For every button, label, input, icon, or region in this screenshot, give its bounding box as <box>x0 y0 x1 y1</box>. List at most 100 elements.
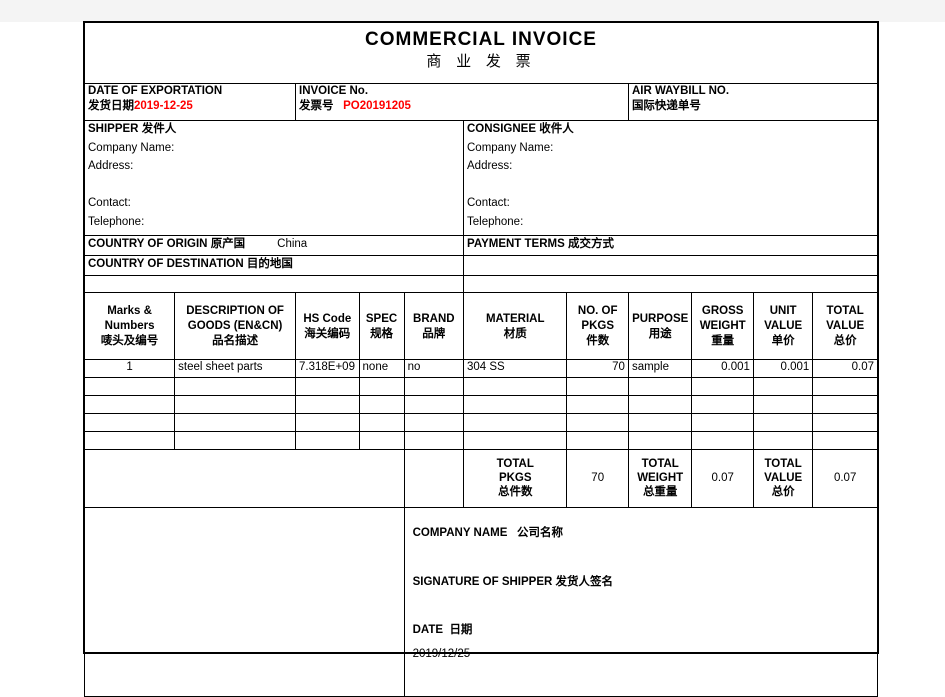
col-header-hs-code: HS Code 海关编码 <box>295 291 360 360</box>
col-pkgs-en2: PKGS <box>581 319 614 332</box>
col-desc-en2: GOODS (EN&CN) <box>187 319 283 332</box>
table-row[interactable] <box>83 394 878 414</box>
destination-blank-cell[interactable] <box>463 255 878 277</box>
signature-of-shipper-line: SIGNATURE OF SHIPPER 发货人签名 <box>413 573 877 590</box>
col-tv-en2: VALUE <box>826 319 865 332</box>
cell-material <box>462 376 568 396</box>
invoice-no-cell[interactable]: INVOICE No. 发票号 PO20191205 <box>295 83 629 121</box>
cell-description <box>174 412 297 432</box>
cell-material: 304 SS <box>462 358 568 378</box>
col-brand-cn: 品牌 <box>422 325 446 340</box>
total-value-en1: TOTAL <box>764 458 802 471</box>
cell-brand <box>403 394 465 414</box>
col-hs-en1: HS Code <box>303 312 352 325</box>
date-of-exportation-label-cn: 发货日期 <box>88 97 134 112</box>
col-desc-cn: 品名描述 <box>212 333 259 348</box>
col-brand-en1: BRAND <box>413 312 455 325</box>
cell-no-of-pkgs <box>566 430 629 450</box>
origin-payment-row: COUNTRY OF ORIGIN 原产国 China PAYMENT TERM… <box>84 235 878 257</box>
table-row[interactable] <box>83 376 878 396</box>
date-of-exportation-value: 2019-12-25 <box>134 99 193 112</box>
shipper-telephone-label: Telephone: <box>88 215 145 228</box>
total-weight-en1: TOTAL <box>641 458 679 471</box>
cell-marks: 1 <box>83 358 176 378</box>
col-desc-en1: DESCRIPTION OF <box>186 305 284 318</box>
country-of-destination-label-cn: 目的地国 <box>246 256 293 271</box>
cell-gross-weight: 0.001 <box>691 358 754 378</box>
cell-marks <box>83 430 176 450</box>
cell-no-of-pkgs: 70 <box>566 358 629 378</box>
cell-purpose <box>627 376 693 396</box>
cell-hs-code: 7.318E+09 <box>295 358 360 378</box>
total-value-cn: 总价 <box>771 484 795 499</box>
cell-material <box>462 394 568 414</box>
col-tv-cn: 总价 <box>833 333 857 348</box>
consignee-address-label: Address: <box>467 160 513 173</box>
country-of-origin-label-cn: 原产国 <box>210 236 246 251</box>
country-of-destination-cell[interactable]: COUNTRY OF DESTINATION 目的地国 <box>84 255 464 277</box>
col-marks-en2: Numbers <box>104 319 155 332</box>
col-uv-cn: 单价 <box>771 333 795 348</box>
title-row: COMMERCIAL INVOICE 商 业 发 票 <box>84 22 878 84</box>
payment-terms-cell[interactable]: PAYMENT TERMS 成交方式 <box>463 235 878 257</box>
signature-block[interactable]: COMPANY NAME 公司名称 SIGNATURE OF SHIPPER 发… <box>403 506 879 697</box>
cell-unit-value <box>752 412 814 432</box>
cell-hs-code <box>295 394 360 414</box>
cell-brand <box>403 430 465 450</box>
air-waybill-label-en: AIR WAYBILL NO. <box>631 85 730 97</box>
table-row[interactable] <box>83 430 878 450</box>
date-of-exportation-cell[interactable]: DATE OF EXPORTATION 发货日期2019-12-25 <box>83 83 297 121</box>
cell-hs-code <box>295 376 360 396</box>
shipper-heading-en: SHIPPER <box>88 123 139 135</box>
cell-brand <box>403 412 465 432</box>
cell-total-value <box>812 430 878 450</box>
shipper-consignee-row: SHIPPER 发件人 Company Name: Address: Conta… <box>84 119 878 237</box>
col-header-marks-numbers: Marks & Numbers 唛头及编号 <box>83 291 176 360</box>
cell-spec <box>358 430 405 450</box>
consignee-block[interactable]: CONSIGNEE 收件人 Company Name: Address: Con… <box>463 119 878 237</box>
cell-purpose: sample <box>627 358 693 378</box>
cell-purpose <box>627 394 693 414</box>
cell-spec <box>358 376 405 396</box>
consignee-heading-en: CONSIGNEE <box>467 123 537 135</box>
col-uv-en1: UNIT <box>769 305 797 318</box>
invoice-no-value: PO20191205 <box>343 99 411 112</box>
col-material-en1: MATERIAL <box>485 312 545 325</box>
country-of-origin-cell[interactable]: COUNTRY OF ORIGIN 原产国 China <box>84 235 464 257</box>
air-waybill-no-cell[interactable]: AIR WAYBILL NO. 国际快递单号 <box>627 83 879 121</box>
consignee-heading-cn: 收件人 <box>539 121 574 135</box>
cell-spec <box>358 412 405 432</box>
table-row[interactable] <box>83 412 878 432</box>
invoice-no-label-cn: 发票号 <box>299 97 334 112</box>
total-pkgs-value: 70 <box>566 448 629 508</box>
cell-marks <box>83 412 176 432</box>
col-header-spec: SPEC 规格 <box>358 291 405 360</box>
col-header-brand: BRAND 品牌 <box>403 291 465 360</box>
shipper-address-label: Address: <box>88 160 134 173</box>
totals-row: TOTAL PKGS 总件数 70 TOTAL WEIGHT 总重量 0.07 … <box>84 448 878 508</box>
total-weight-en2: WEIGHT <box>637 471 684 484</box>
col-uv-en2: VALUE <box>764 319 803 332</box>
goods-header-row: Marks & Numbers 唛头及编号 DESCRIPTION OF GOO… <box>83 291 878 360</box>
title-chinese: 商 业 发 票 <box>426 52 536 71</box>
consignee-company-name-label: Company Name: <box>467 141 554 154</box>
cell-hs-code <box>295 412 360 432</box>
commercial-invoice-table: COMMERCIAL INVOICE 商 业 发 票 DATE OF EXPOR… <box>83 22 879 697</box>
consignee-telephone-label: Telephone: <box>467 215 524 228</box>
shipper-block[interactable]: SHIPPER 发件人 Company Name: Address: Conta… <box>84 119 464 237</box>
total-value-label: TOTAL VALUE 总价 <box>752 448 814 508</box>
total-pkgs-en2: PKGS <box>498 471 532 484</box>
col-purpose-en1: PURPOSE <box>632 312 689 325</box>
table-row[interactable]: 1 steel sheet parts 7.318E+09 none no 30… <box>83 358 878 378</box>
col-gw-en1: GROSS <box>701 305 744 318</box>
total-pkgs-cn: 总件数 <box>497 484 533 499</box>
total-pkgs-en1: TOTAL <box>496 458 534 471</box>
cell-hs-code <box>295 430 360 450</box>
signature-of-shipper-cn: 发货人签名 <box>555 573 614 588</box>
date-label-cn: 日期 <box>449 622 473 637</box>
cell-description <box>174 376 297 396</box>
cell-spec <box>358 394 405 414</box>
cell-no-of-pkgs <box>566 376 629 396</box>
col-spec-en1: SPEC <box>365 312 398 325</box>
invoice-no-label-en: INVOICE No. <box>299 85 369 97</box>
